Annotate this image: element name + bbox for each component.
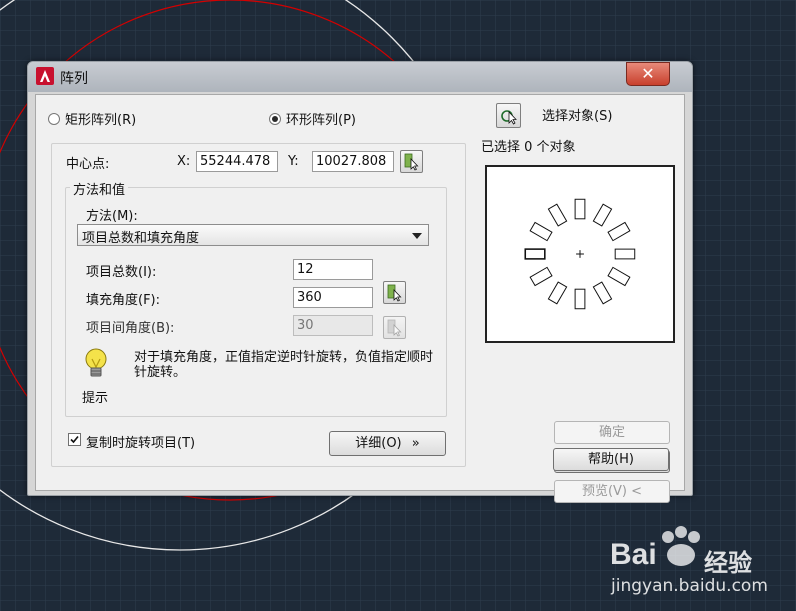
baidu-watermark	[662, 526, 700, 566]
watermark-brand2: 经验	[704, 549, 752, 577]
watermark-brand: Bai	[610, 538, 657, 571]
watermark-url: jingyan.baidu.com	[611, 576, 768, 596]
